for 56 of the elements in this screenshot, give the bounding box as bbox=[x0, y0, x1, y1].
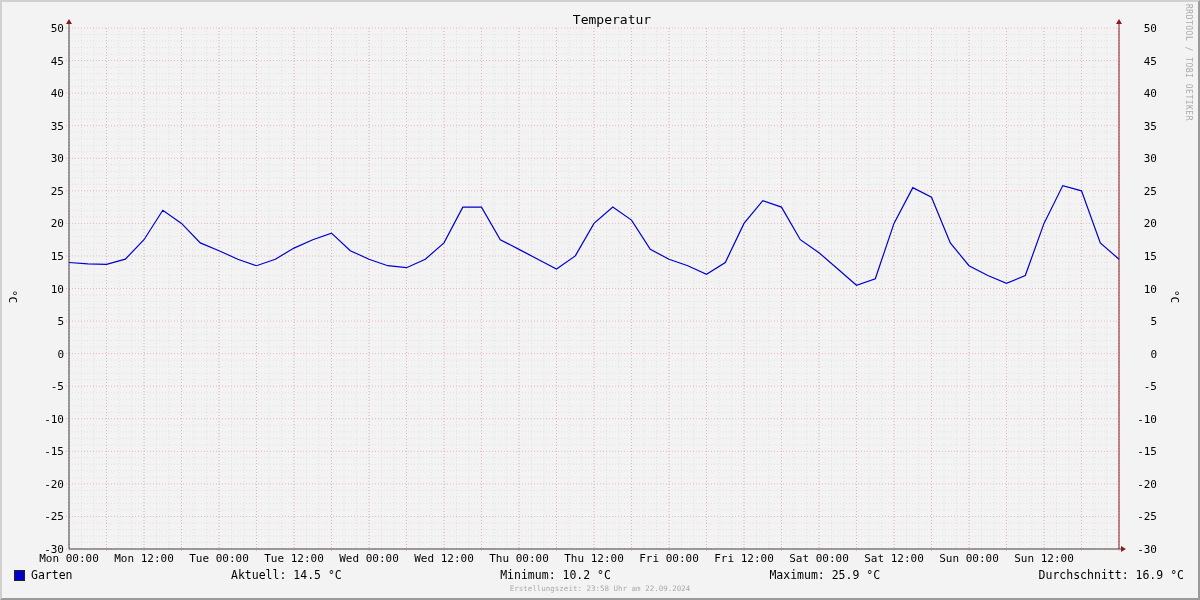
y-tick-label: -20 bbox=[1137, 477, 1157, 491]
y-axis-label: °C bbox=[1167, 290, 1181, 304]
legend-label: Garten bbox=[31, 568, 73, 582]
y-tick-label: -30 bbox=[1137, 543, 1157, 556]
credit-text: RRDTOOL / TOBI OETIKER bbox=[1183, 4, 1193, 123]
y-tick-label: 15 bbox=[1143, 249, 1157, 263]
x-tick-label: Sat 00:00 bbox=[789, 552, 849, 565]
y-tick-label: 35 bbox=[1143, 119, 1157, 133]
y-tick-label: 30 bbox=[1143, 152, 1157, 166]
y-tick-label: -15 bbox=[44, 445, 64, 459]
x-tick-label: Wed 12:00 bbox=[414, 552, 474, 565]
stat-text: Durchschnitt: 16.9 °C bbox=[1038, 568, 1184, 582]
x-tick-label: Tue 12:00 bbox=[264, 552, 324, 565]
y-tick-label: 15 bbox=[50, 249, 64, 263]
y-tick-label: -20 bbox=[44, 477, 64, 491]
x-tick-label: Tue 00:00 bbox=[189, 552, 249, 565]
x-tick-label: Mon 12:00 bbox=[114, 552, 174, 565]
x-tick-label: Thu 00:00 bbox=[489, 552, 549, 565]
x-tick-label: Wed 00:00 bbox=[339, 552, 399, 565]
x-tick-label: Thu 12:00 bbox=[564, 552, 624, 565]
y-tick-label: 25 bbox=[1143, 184, 1157, 198]
y-axis-label: °C bbox=[5, 290, 19, 304]
y-tick-label: -15 bbox=[1137, 445, 1157, 459]
y-tick-label: -10 bbox=[44, 412, 64, 426]
y-tick-label: 0 bbox=[1150, 347, 1157, 361]
y-tick-label: 50 bbox=[1143, 22, 1157, 35]
x-tick-label: Fri 12:00 bbox=[714, 552, 774, 565]
x-tick-label: Sun 12:00 bbox=[1014, 552, 1074, 565]
y-tick-label: 20 bbox=[50, 217, 64, 231]
x-tick-label: Sat 12:00 bbox=[864, 552, 924, 565]
legend-swatch bbox=[14, 569, 25, 581]
y-tick-label: 10 bbox=[1143, 282, 1157, 296]
y-tick-label: 45 bbox=[50, 54, 64, 68]
stat-text: Maximum: 25.9 °C bbox=[769, 568, 881, 582]
stat-text: Minimum: 10.2 °C bbox=[500, 568, 611, 582]
y-tick-label: 5 bbox=[57, 315, 64, 329]
y-tick-label: -10 bbox=[1137, 412, 1157, 426]
x-tick-label: Fri 00:00 bbox=[639, 552, 699, 565]
y-tick-label: 30 bbox=[50, 152, 64, 166]
y-tick-label: 40 bbox=[50, 87, 64, 101]
y-tick-label: 35 bbox=[50, 119, 64, 133]
y-tick-label: 0 bbox=[57, 347, 64, 361]
y-tick-label: 45 bbox=[1143, 54, 1157, 68]
y-tick-label: 10 bbox=[50, 282, 64, 296]
x-tick-label: Sun 00:00 bbox=[939, 552, 999, 565]
y-tick-label: -5 bbox=[1143, 380, 1157, 394]
y-tick-label: 50 bbox=[50, 22, 64, 35]
y-tick-label: 25 bbox=[50, 184, 64, 198]
y-tick-label: 40 bbox=[1143, 87, 1157, 101]
y-tick-label: -5 bbox=[50, 380, 64, 394]
y-tick-label: -25 bbox=[1137, 510, 1157, 524]
y-tick-label: 20 bbox=[1143, 217, 1157, 231]
y-tick-label: -25 bbox=[44, 510, 64, 524]
stat-text: Aktuell: 14.5 °C bbox=[230, 568, 342, 582]
chart-title: Temperatur bbox=[572, 11, 652, 27]
y-tick-label: 5 bbox=[1150, 315, 1157, 329]
